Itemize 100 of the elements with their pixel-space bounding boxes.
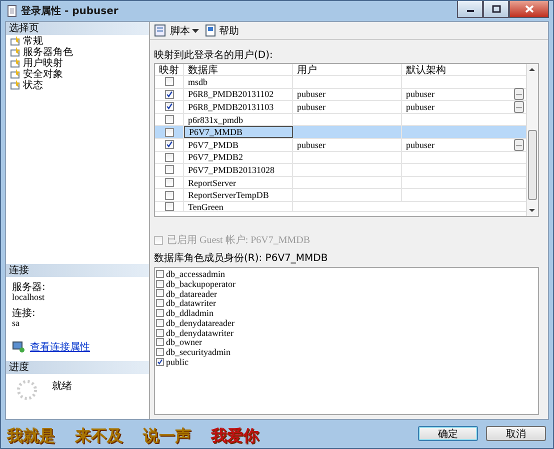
ok-button[interactable]: 确定	[418, 426, 478, 441]
table-cell: pubuser	[297, 102, 326, 112]
window-title: 登录属性 - pubuser	[21, 4, 118, 18]
table-cell: P6V7_PMDB	[188, 140, 239, 150]
table-row[interactable]: P6R8_PMDB20131102 pubuser pubuser ...	[155, 88, 526, 102]
table-row[interactable]: ReportServerTempDB	[155, 189, 526, 202]
close-button[interactable]	[509, 1, 549, 18]
page-icon	[10, 46, 21, 56]
close-icon	[524, 5, 534, 13]
script-icon	[154, 24, 168, 37]
column-header[interactable]: 数据库	[184, 64, 293, 75]
cancel-button[interactable]: 取消	[486, 426, 546, 441]
role-name: db_ddladmin	[166, 308, 214, 318]
role-name: db_denydatareader	[166, 318, 234, 328]
checkbox[interactable]	[164, 128, 174, 137]
table-cell: pubuser	[406, 140, 434, 150]
lyric-text: 我爱你	[211, 427, 259, 445]
table-row[interactable]: P6V7_MMDB	[155, 126, 526, 139]
role-name: db_accessadmin	[166, 268, 225, 279]
role-name: db_datawriter	[166, 298, 216, 308]
checkbox[interactable]	[164, 115, 174, 124]
maximize-button[interactable]	[483, 1, 509, 18]
checkbox[interactable]	[164, 140, 174, 150]
role-name: db_denydatawriter	[166, 328, 234, 338]
connection-icon	[12, 341, 25, 353]
sidebar-item[interactable]: 状态	[6, 79, 149, 90]
column-header[interactable]: 映射	[155, 64, 184, 75]
caret-icon	[192, 28, 199, 32]
minimize-button[interactable]	[457, 1, 483, 18]
sidebar-item[interactable]: 常规	[6, 35, 149, 46]
server-label: 服务器:	[12, 282, 46, 293]
table-row[interactable]: msdb	[155, 76, 526, 89]
page-icon	[10, 36, 21, 46]
checkbox[interactable]	[164, 165, 174, 174]
table-cell: p6r831x_pmdb	[188, 114, 243, 125]
checkbox[interactable]	[156, 328, 164, 337]
browse-button[interactable]: ...	[514, 100, 524, 113]
spinner-icon	[16, 379, 38, 401]
table-cell: msdb	[188, 76, 208, 87]
section-header: 选择页	[6, 22, 149, 35]
section-header: 进度	[6, 361, 149, 374]
checkbox[interactable]	[156, 318, 164, 327]
sidebar-item[interactable]: 用户映射	[6, 57, 149, 68]
table-cell: pubuser	[406, 89, 434, 100]
server-value: localhost	[12, 293, 46, 302]
table-row[interactable]: ReportServer	[155, 176, 526, 190]
lyric-text: 我就是	[7, 427, 55, 445]
checkbox[interactable]	[156, 280, 164, 288]
table-cell: P6V7_PMDB20131028	[188, 164, 275, 175]
document-icon	[7, 5, 17, 17]
browse-button[interactable]: ...	[514, 138, 524, 151]
table-cell: pubuser	[297, 89, 326, 100]
role-name: db_owner	[166, 337, 202, 348]
connection-label: 连接:	[12, 308, 36, 319]
checkbox[interactable]	[164, 152, 174, 162]
checkbox[interactable]	[156, 270, 164, 278]
mapping-label: 映射到此登录名的用户(D):	[154, 49, 274, 63]
checkbox[interactable]	[156, 338, 164, 346]
checkbox[interactable]	[156, 358, 164, 366]
table-cell: P6V7_PMDB2	[188, 152, 244, 162]
sidebar-item[interactable]: 服务器角色	[6, 46, 149, 57]
page-icon	[10, 68, 21, 78]
column-header[interactable]: 默认架构	[402, 64, 526, 75]
scroll-down-icon[interactable]	[529, 208, 536, 213]
table-row[interactable]: P6V7_PMDB20131028	[155, 164, 526, 177]
table-cell: pubuser	[406, 102, 434, 112]
table-row[interactable]: P6V7_PMDB2	[155, 152, 526, 164]
role-name: public	[166, 357, 188, 368]
roles-label: 数据库角色成员身份(R): P6V7_MMDB	[154, 252, 329, 266]
table-cell: ReportServerTempDB	[188, 190, 269, 200]
checkbox[interactable]	[164, 178, 174, 188]
table-cell: P6R8_PMDB20131103	[188, 102, 274, 112]
table-cell: P6V7_MMDB	[189, 127, 243, 138]
view-connection-link[interactable]: 查看连接属性	[30, 340, 90, 354]
checkbox[interactable]	[156, 299, 164, 308]
scrollbar[interactable]	[526, 64, 538, 216]
table-cell: ReportServer	[188, 178, 236, 188]
checkbox[interactable]	[156, 348, 164, 356]
table-row[interactable]: P6R8_PMDB20131103 pubuser pubuser ...	[155, 101, 526, 114]
scroll-up-icon[interactable]	[529, 67, 536, 72]
table-cell: TenGreen	[188, 202, 224, 211]
table-row[interactable]: TenGreen	[155, 202, 526, 212]
role-name: db_backupoperator	[166, 278, 236, 289]
guest-label: 已启用 Guest 帐户: P6V7_MMDB	[167, 234, 310, 247]
help-icon	[205, 24, 217, 37]
help-button[interactable]: 帮助	[205, 24, 239, 38]
script-button[interactable]: 脚本	[154, 24, 199, 38]
sidebar-item[interactable]: 安全对象	[6, 68, 149, 79]
checkbox[interactable]	[164, 190, 174, 200]
checkbox[interactable]	[156, 289, 164, 298]
table-row[interactable]: P6V7_PMDB pubuser pubuser ...	[155, 138, 526, 152]
checkbox[interactable]	[164, 102, 174, 112]
column-header[interactable]: 用户	[293, 64, 402, 75]
section-header: 连接	[6, 264, 149, 277]
role-name: db_datareader	[166, 288, 217, 298]
checkbox[interactable]	[164, 90, 174, 99]
lyric-text: 来不及	[75, 427, 123, 445]
browse-button[interactable]: ...	[514, 88, 524, 100]
checkbox[interactable]	[156, 309, 164, 318]
checkbox[interactable]	[164, 77, 174, 86]
